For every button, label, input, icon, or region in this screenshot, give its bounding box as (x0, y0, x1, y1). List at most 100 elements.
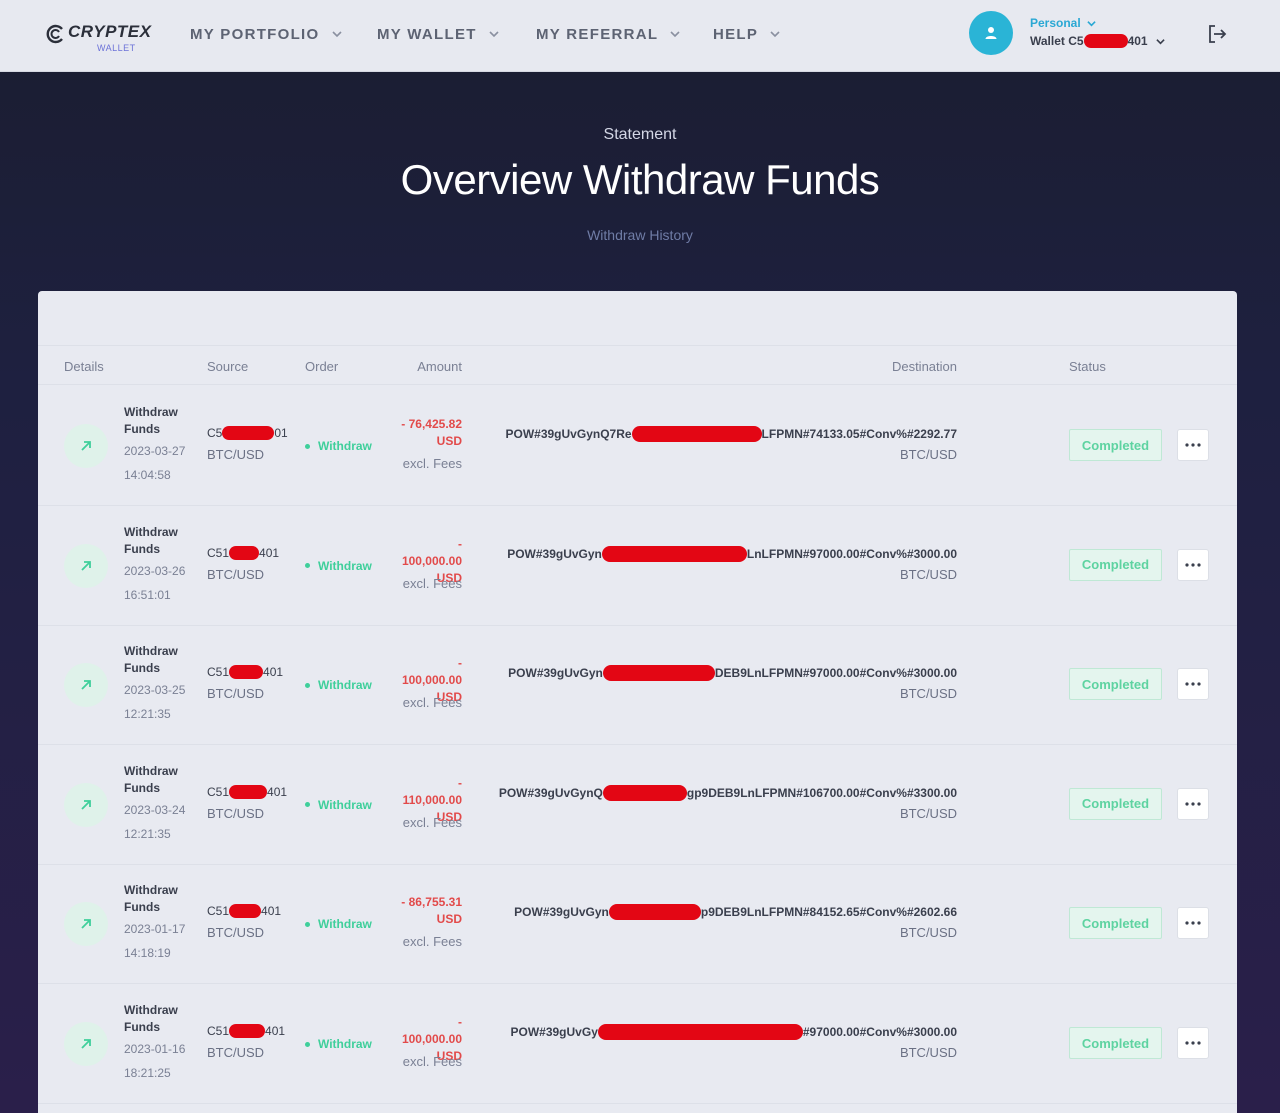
amount-currency: USD (436, 434, 462, 448)
hero-label: Statement (603, 126, 677, 143)
destination-prefix: POW#39gUvGynQ (498, 785, 603, 800)
table-row[interactable]: Withdraw Funds 2023-03-25 12:21:35 C51 4… (38, 625, 1237, 746)
source-id-suffix: 01 (274, 426, 288, 440)
destination-suffix: DEB9LnLFPMN#97000.00#Conv%#3000.00 (714, 666, 957, 681)
chevron-down-icon (670, 31, 680, 38)
fees-note: excl. Fees (402, 1054, 462, 1069)
brand-logo[interactable]: CRYPTEX WALLET (46, 22, 151, 56)
source-id: C51 401 (207, 1024, 285, 1038)
more-horizontal-icon (1185, 562, 1201, 567)
row-actions-button[interactable] (1177, 429, 1209, 461)
status-badge: Completed (1069, 1027, 1162, 1059)
header-status: Status (1069, 359, 1106, 374)
logout-icon[interactable] (1205, 22, 1229, 46)
row-actions-button[interactable] (1177, 548, 1209, 581)
row-actions-button[interactable] (1177, 787, 1209, 820)
source-id: C51 401 (207, 784, 287, 799)
row-time: 14:18:19 (124, 946, 171, 961)
page-title: Overview Withdraw Funds (400, 156, 880, 203)
row-date: 2023-03-24 (124, 802, 186, 817)
arrow-up-right-icon (81, 919, 91, 930)
destination-address: POW#39gUvGy #97000.00#Conv%#3000.00 (511, 1024, 957, 1040)
fees-note: excl. Fees (402, 575, 462, 591)
row-actions-button[interactable] (1177, 668, 1209, 701)
nav-label: HELP (713, 25, 759, 43)
amount-number: - 100,000.00 (401, 656, 462, 688)
redaction-mark (602, 665, 715, 682)
more-horizontal-icon (1185, 802, 1201, 806)
order-type: Withdraw (305, 559, 372, 573)
row-date: 2023-03-26 (124, 563, 186, 578)
amount-number: - 110,000.00 (402, 775, 462, 807)
wallet-selector[interactable]: Wallet C5 401 (1030, 34, 1165, 48)
row-date: 2023-03-27 (124, 444, 186, 458)
redaction-mark (608, 904, 701, 921)
redaction-mark (229, 665, 264, 680)
source-pair: BTC/USD (207, 686, 265, 702)
table-header: Details Source Order Amount Destination … (38, 345, 1237, 385)
destination-pair: BTC/USD (899, 805, 957, 821)
table-row[interactable]: Withdraw Funds 2023-03-26 16:51:01 C51 4… (38, 506, 1237, 626)
account-type-selector[interactable]: Personal (1030, 16, 1096, 30)
destination-prefix: POW#39gUvGyn (514, 905, 609, 920)
nav-my-referral[interactable]: MY REFERRAL (536, 24, 680, 44)
row-actions-button[interactable] (1177, 907, 1209, 940)
table-row[interactable]: Withdraw Funds 2023-01-16 18:21:25 C51 4… (38, 984, 1237, 1104)
source-id-prefix: C5 (207, 426, 223, 440)
wallet-id-suffix: 401 (1127, 34, 1148, 48)
more-horizontal-icon (1185, 682, 1201, 686)
source-pair: BTC/USD (207, 925, 265, 941)
nav-my-wallet[interactable]: MY WALLET (377, 24, 499, 44)
amount-number: - 100,000.00 (401, 1015, 462, 1046)
source-id-suffix: 401 (261, 904, 282, 919)
source-id-suffix: 401 (263, 665, 284, 680)
nav-label: MY WALLET (377, 25, 477, 43)
amount-number: - 76,425.82 (401, 417, 462, 431)
destination-prefix: POW#39gUvGynQ7Re (505, 427, 632, 441)
arrow-up-right-icon (81, 560, 91, 571)
header-order: Order (305, 359, 339, 374)
amount-value: - 76,425.82 USD (401, 416, 462, 450)
table-row[interactable]: Withdraw Funds 2023-03-24 12:21:35 C51 4… (38, 745, 1237, 865)
nav-help[interactable]: HELP (713, 24, 780, 44)
row-title: Withdraw Funds (124, 883, 178, 915)
nav-my-portfolio[interactable]: MY PORTFOLIO (190, 24, 342, 44)
chevron-down-icon (1155, 38, 1165, 44)
destination-pair: BTC/USD (899, 447, 957, 462)
order-label: Withdraw (318, 558, 372, 573)
header-amount: Amount (417, 359, 462, 374)
destination-suffix: LFPMN#74133.05#Conv%#2292.77 (761, 427, 957, 441)
row-time: 16:51:01 (124, 587, 171, 602)
table-row[interactable]: Withdraw Funds 2023-03-27 14:04:58 C5 01… (38, 386, 1237, 506)
amount-number: - 100,000.00 (401, 536, 462, 568)
status-badge: Completed (1069, 787, 1162, 820)
order-label: Withdraw (318, 439, 372, 453)
more-horizontal-icon (1185, 1041, 1201, 1045)
row-title: Withdraw Funds (124, 524, 178, 556)
withdraw-row-icon (64, 1022, 108, 1066)
destination-suffix: p9DEB9LnLFPMN#84152.65#Conv%#2602.66 (700, 905, 957, 920)
source-id-suffix: 401 (259, 545, 280, 560)
status-dot (305, 682, 310, 688)
status-badge: Completed (1069, 668, 1162, 701)
status-dot (305, 1041, 310, 1047)
destination-pair: BTC/USD (899, 1045, 957, 1060)
table-row[interactable]: Withdraw Funds 2023-01-17 14:18:19 C51 4… (38, 864, 1237, 985)
order-type: Withdraw (305, 917, 372, 931)
destination-pair: BTC/USD (899, 925, 957, 941)
header-destination: Destination (891, 359, 957, 374)
avatar[interactable] (969, 11, 1013, 55)
user-icon (985, 27, 997, 39)
status-badge: Completed (1069, 548, 1162, 581)
redaction-mark (597, 1024, 803, 1040)
destination-address: POW#39gUvGyn LnLFPMN#97000.00#Conv%#3000… (507, 545, 957, 562)
row-date: 2023-01-16 (124, 1042, 186, 1056)
destination-address: POW#39gUvGynQ gp9DEB9LnLFPMN#106700.00#C… (498, 784, 957, 801)
row-actions-button[interactable] (1177, 1027, 1209, 1059)
header-details: Details (64, 359, 104, 374)
redaction-mark (229, 1024, 266, 1038)
destination-address: POW#39gUvGyn DEB9LnLFPMN#97000.00#Conv%#… (508, 665, 957, 682)
brand-sub: WALLET (97, 43, 136, 53)
header-source: Source (207, 359, 249, 374)
source-id: C51 401 (207, 904, 282, 919)
